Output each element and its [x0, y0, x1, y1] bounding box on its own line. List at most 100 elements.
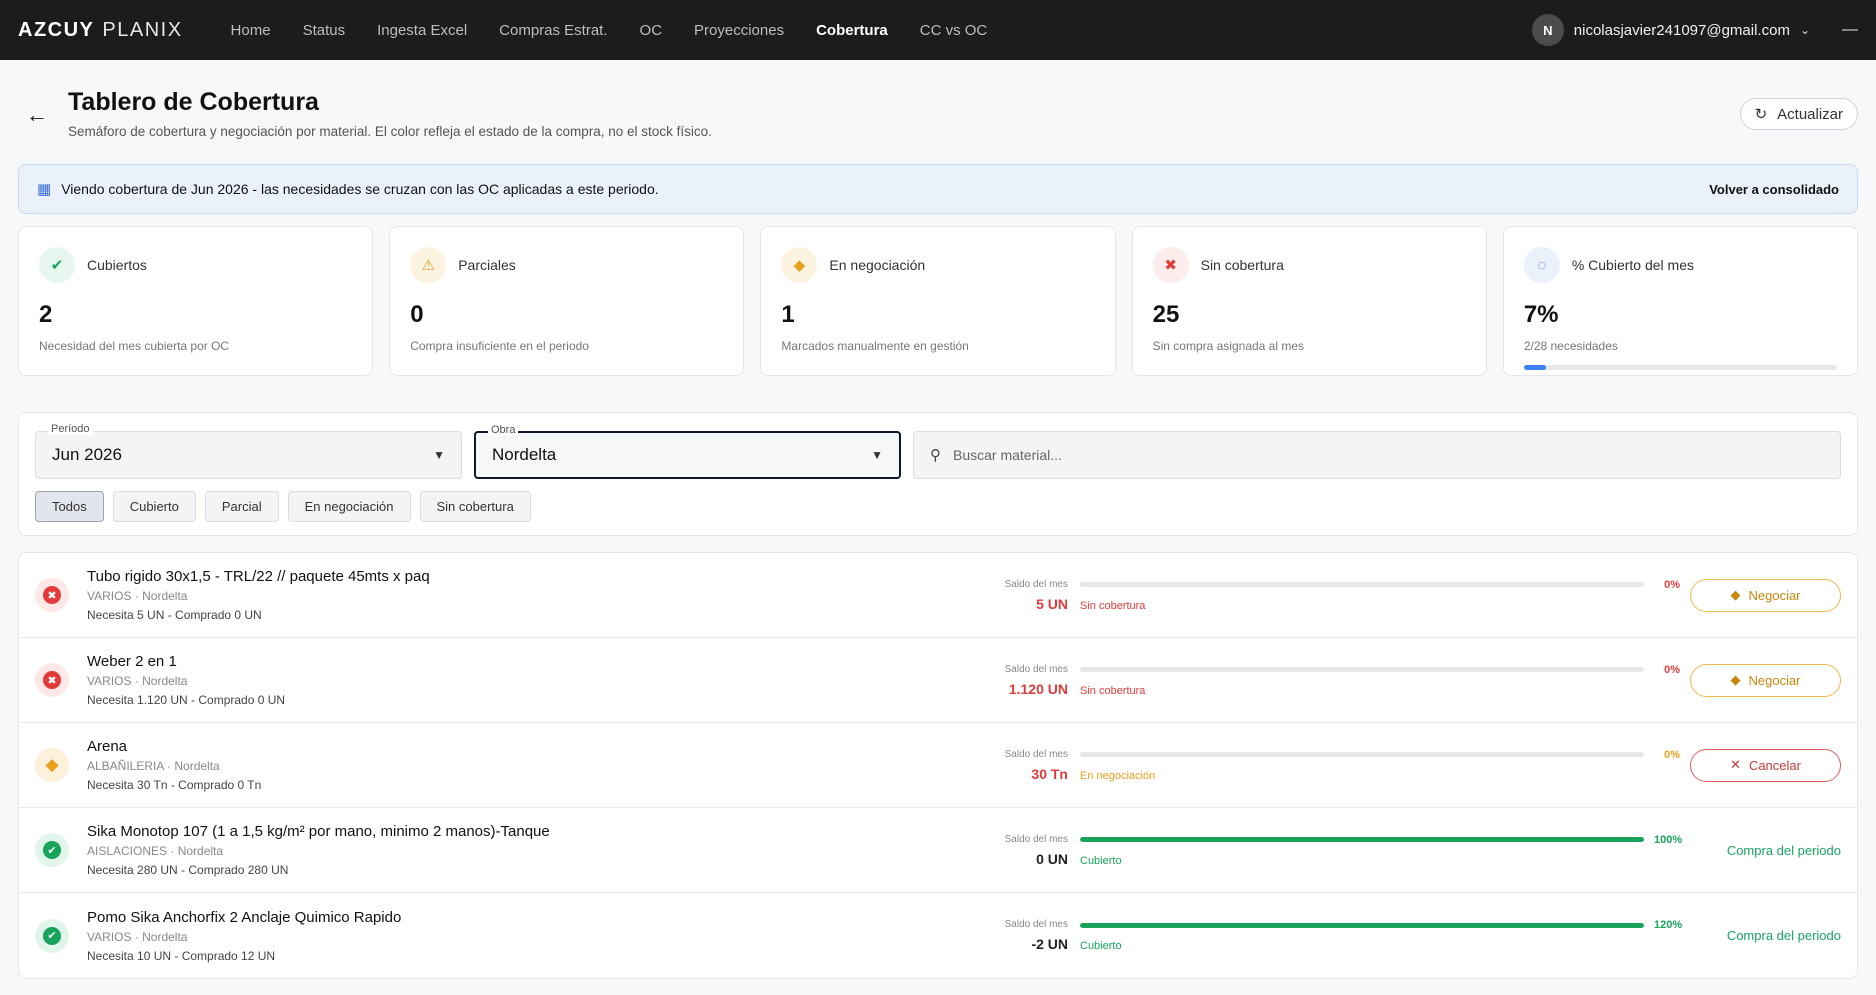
saldo-value: -2 UN [1031, 936, 1068, 952]
progress-ring-icon: ◌ [1523, 247, 1560, 283]
back-to-consolidated-button[interactable]: Volver a consolidado [1709, 182, 1839, 197]
check-circle-icon: ✔ [35, 918, 69, 953]
list-item: ✔ Pomo Sika Anchorfix 2 Anclaje Quimico … [19, 893, 1857, 978]
compra-del-periodo-link[interactable]: Compra del periodo [1727, 843, 1841, 858]
coverage-pct: 120% [1654, 919, 1683, 931]
chip-todos[interactable]: Todos [35, 491, 104, 522]
material-need: Necesita 5 UN - Comprado 0 UN [87, 608, 262, 622]
nav-proyecciones[interactable]: Proyecciones [694, 22, 784, 39]
nav-compras-estrat[interactable]: Compras Estrat. [499, 22, 607, 39]
minimize-icon[interactable]: — [1842, 21, 1858, 39]
periodo-label: Período [48, 423, 93, 435]
page-header: ← Tablero de Cobertura Semáforo de cober… [0, 60, 1876, 164]
top-navbar: AZCUY PLANIX Home Status Ingesta Excel C… [0, 0, 1876, 60]
coverage-pct: 0% [1664, 663, 1680, 676]
material-list: ✖ Tubo rigido 30x1,5 - TRL/22 // paquete… [18, 552, 1858, 979]
stat-card-sin-cobertura: ✖ Sin cobertura 25 Sin compra asignada a… [1131, 226, 1487, 376]
stat-desc: 2/28 necesidades [1523, 339, 1618, 353]
status-text: Sin cobertura [1080, 599, 1146, 612]
handshake-icon: ◆ [781, 247, 818, 283]
avatar: N [1531, 14, 1564, 46]
material-name: Pomo Sika Anchorfix 2 Anclaje Quimico Ra… [87, 908, 402, 926]
obra-value: Nordelta [492, 445, 557, 464]
brand-bold: AZCUY [18, 18, 95, 41]
button-label: Cancelar [1748, 757, 1801, 773]
stat-label: En negociación [829, 257, 926, 273]
saldo-label: Saldo del mes [1004, 748, 1068, 760]
material-need: Necesita 280 UN - Comprado 280 UN [87, 863, 289, 877]
coverage-bar [1080, 667, 1644, 672]
main-nav: Home Status Ingesta Excel Compras Estrat… [231, 22, 988, 39]
warning-icon: ⚠ [410, 247, 447, 283]
coverage-pct: 0% [1664, 578, 1680, 591]
nav-cc-vs-oc[interactable]: CC vs OC [920, 22, 988, 39]
stat-desc: Compra insuficiente en el periodo [410, 339, 589, 353]
stats-row: ✔ Cubiertos 2 Necesidad del mes cubierta… [18, 226, 1859, 376]
stat-value: 25 [1152, 301, 1180, 328]
coverage-bar [1080, 752, 1644, 757]
user-menu[interactable]: N nicolasjavier241097@gmail.com ⌄ — [1531, 14, 1858, 46]
chip-cubierto[interactable]: Cubierto [112, 491, 196, 522]
nav-home[interactable]: Home [231, 22, 271, 39]
obra-select[interactable]: Obra Nordelta ▼ [474, 424, 901, 479]
stat-value: 1 [781, 301, 795, 328]
stat-value: 2 [39, 301, 53, 328]
stat-card-cubiertos: ✔ Cubiertos 2 Necesidad del mes cubierta… [18, 226, 374, 376]
check-circle-icon: ✔ [39, 247, 75, 283]
negociar-button[interactable]: ◆ Negociar [1690, 663, 1841, 697]
chip-sin-cobertura[interactable]: Sin cobertura [419, 491, 531, 522]
button-label: Negociar [1748, 672, 1801, 688]
periodo-select[interactable]: Período Jun 2026 ▼ [35, 423, 462, 479]
status-text: Cubierto [1080, 940, 1122, 952]
saldo-label: Saldo del mes [1004, 833, 1068, 845]
material-need: Necesita 30 Tn - Comprado 0 Tn [87, 778, 262, 792]
brand-light: PLANIX [102, 18, 183, 41]
coverage-pct: 100% [1654, 833, 1683, 846]
saldo-value: 5 UN [1036, 595, 1068, 612]
list-item: ✔ Sika Monotop 107 (1 a 1,5 kg/m² por ma… [19, 808, 1857, 893]
chevron-down-icon: ⌄ [1799, 23, 1810, 37]
back-arrow-icon[interactable]: ← [26, 102, 48, 128]
saldo-value: 30 Tn [1031, 765, 1068, 782]
nav-oc[interactable]: OC [640, 22, 663, 39]
handshake-icon: ◆ [1730, 672, 1741, 687]
material-need: Necesita 1.120 UN - Comprado 0 UN [87, 693, 286, 707]
nav-status[interactable]: Status [303, 22, 346, 39]
brand-logo[interactable]: AZCUY PLANIX [18, 19, 183, 42]
compra-del-periodo-link[interactable]: Compra del periodo [1727, 928, 1841, 943]
period-banner: ▦ Viendo cobertura de Jun 2026 - las nec… [18, 164, 1858, 214]
calendar-icon: ▦ [37, 181, 52, 198]
saldo-value: 1.120 UN [1008, 680, 1068, 697]
material-category: VARIOS · Nordelta [87, 929, 188, 944]
nav-ingesta-excel[interactable]: Ingesta Excel [377, 22, 467, 39]
stat-value: 0 [410, 301, 424, 328]
saldo-label: Saldo del mes [1004, 663, 1068, 675]
chip-parcial[interactable]: Parcial [204, 491, 279, 522]
stat-card-pct-cubierto: ◌ % Cubierto del mes 7% 2/28 necesidades [1502, 226, 1859, 376]
close-icon: ✕ [1730, 757, 1741, 772]
chip-en-negociacion[interactable]: En negociación [287, 491, 411, 522]
obra-label: Obra [488, 424, 519, 436]
status-text: Cubierto [1080, 854, 1122, 867]
cancelar-button[interactable]: ✕ Cancelar [1690, 748, 1841, 782]
x-circle-icon: ✖ [35, 663, 69, 697]
refresh-button[interactable]: ↻ Actualizar [1739, 98, 1858, 130]
nav-cobertura[interactable]: Cobertura [816, 22, 888, 39]
saldo-value: 0 UN [1036, 850, 1068, 867]
coverage-bar [1080, 837, 1644, 842]
month-coverage-progress [1523, 365, 1838, 370]
stat-desc: Necesidad del mes cubierta por OC [39, 339, 230, 353]
search-input[interactable]: ⚲ Buscar material... [913, 431, 1841, 479]
material-name: Arena [87, 738, 128, 755]
negociar-button[interactable]: ◆ Negociar [1690, 578, 1841, 612]
refresh-icon: ↻ [1754, 106, 1768, 123]
material-name: Tubo rigido 30x1,5 - TRL/22 // paquete 4… [87, 568, 430, 585]
material-category: AISLACIONES · Nordelta [87, 844, 224, 858]
material-category: VARIOS · Nordelta [87, 589, 188, 603]
filters-panel: Período Jun 2026 ▼ Obra Nordelta ▼ ⚲ Bus… [18, 412, 1858, 536]
handshake-icon: ◆ [35, 748, 69, 782]
periodo-value: Jun 2026 [52, 445, 122, 464]
stat-desc: Marcados manualmente en gestión [781, 339, 969, 353]
x-circle-icon: ✖ [1152, 247, 1189, 283]
stat-label: Parciales [458, 257, 516, 273]
